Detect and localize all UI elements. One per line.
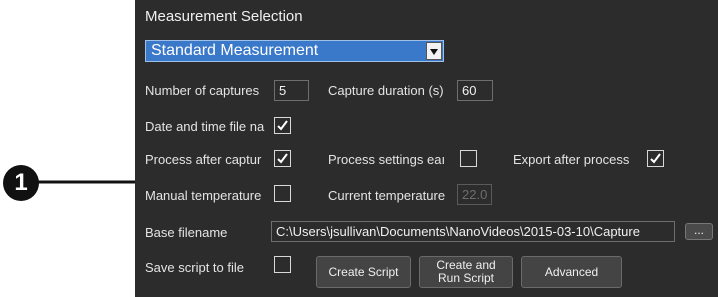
duration-label: Capture duration (s) — [328, 83, 444, 98]
process-settings-label: Process settings eaı — [328, 152, 446, 167]
process-settings-checkbox[interactable] — [460, 150, 477, 167]
save-script-checkbox[interactable] — [274, 256, 291, 273]
checkmark-icon — [277, 120, 288, 131]
captures-label: Number of captures — [145, 83, 260, 98]
callout-number: 1 — [14, 169, 28, 196]
base-filename-label: Base filename — [145, 225, 228, 240]
export-after-checkbox[interactable] — [647, 150, 664, 167]
manual-temp-label: Manual temperature — [145, 188, 262, 203]
duration-input[interactable]: 60 — [457, 80, 493, 101]
base-filename-input[interactable]: C:\Users\jsullivan\Documents\NanoVideos\… — [271, 221, 675, 242]
callout-marker: 1 — [3, 165, 39, 201]
date-time-checkbox[interactable] — [274, 117, 291, 134]
create-and-run-script-button[interactable]: Create and Run Script — [419, 256, 513, 288]
current-temp-input: 22.0 — [457, 184, 492, 205]
current-temp-label: Current temperature — [328, 188, 446, 203]
measurement-type-dropdown[interactable]: Standard Measurement — [145, 40, 444, 62]
process-after-checkbox[interactable] — [274, 150, 291, 167]
save-script-label: Save script to file — [145, 260, 244, 275]
process-after-label: Process after captur — [145, 152, 262, 167]
manual-temp-checkbox[interactable] — [274, 185, 291, 202]
browse-button[interactable]: ... — [685, 223, 713, 240]
create-script-button[interactable]: Create Script — [316, 256, 411, 288]
checkmark-icon — [277, 153, 288, 164]
advanced-button[interactable]: Advanced — [521, 256, 622, 288]
date-time-label: Date and time file na — [145, 119, 265, 134]
export-after-label: Export after process — [513, 152, 630, 167]
chevron-down-icon[interactable] — [426, 42, 442, 60]
captures-input[interactable]: 5 — [274, 80, 309, 101]
measurement-panel: Measurement Selection Standard Measureme… — [135, 0, 718, 297]
checkmark-icon — [650, 153, 661, 164]
panel-title: Measurement Selection — [145, 8, 303, 25]
dropdown-value: Standard Measurement — [151, 42, 319, 59]
